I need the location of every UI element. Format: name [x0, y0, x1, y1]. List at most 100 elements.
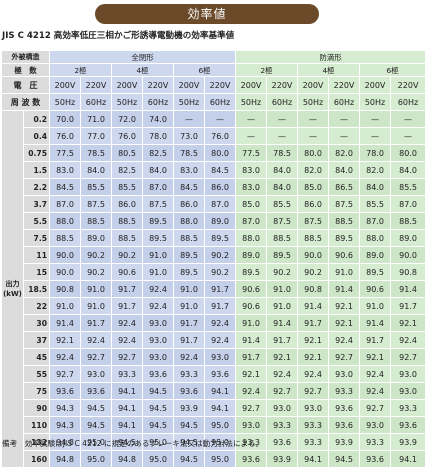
efficiency-cell: 94.1	[203, 399, 237, 417]
frequency-header: 60Hz	[328, 93, 361, 111]
efficiency-cell: 84.5	[49, 178, 81, 196]
page-banner: 効率値	[95, 4, 319, 24]
efficiency-cell: 94.1	[111, 382, 143, 400]
efficiency-cell: 89.5	[203, 229, 237, 247]
frequency-header: 50Hz	[49, 93, 81, 111]
efficiency-cell: 89.0	[80, 229, 112, 247]
efficiency-cell: 84.0	[266, 178, 299, 196]
efficiency-cell: 92.1	[49, 331, 81, 349]
output-kw-cell: 75	[23, 382, 50, 400]
frequency-header: 50Hz	[235, 93, 268, 111]
efficiency-cell: 90.6	[235, 280, 268, 298]
efficiency-cell: 91.0	[142, 246, 174, 264]
efficiency-cell: 90.8	[390, 263, 427, 281]
efficiency-cell: 94.5	[328, 450, 361, 468]
efficiency-cell: 94.1	[111, 399, 143, 417]
efficiency-cell: —	[266, 110, 299, 128]
efficiency-cell: 94.1	[297, 450, 330, 468]
efficiency-cell: 84.0	[390, 161, 427, 179]
efficiency-cell: 85.0	[297, 178, 330, 196]
poles-header: 2極	[49, 63, 112, 77]
efficiency-cell: 88.5	[297, 229, 330, 247]
efficiency-cell: 93.0	[142, 348, 174, 366]
efficiency-cell: 91.7	[173, 331, 205, 349]
efficiency-cell: —	[297, 110, 330, 128]
efficiency-cell: 90.2	[80, 263, 112, 281]
efficiency-cell: 89.5	[142, 229, 174, 247]
efficiency-cell: 82.0	[297, 161, 330, 179]
output-kw-cell: 11	[23, 246, 50, 264]
outer-structure-label: 外被構造	[1, 50, 50, 64]
efficiency-cell: 88.5	[49, 229, 81, 247]
table-row: 15 90.0 90.2 90.6 91.0 89.5 90.2 89.5 90.2 90.2 91…	[2, 263, 427, 281]
efficiency-cell: 88.5	[390, 212, 427, 230]
efficiency-cell: 91.7	[203, 297, 237, 315]
voltage-header: 220V	[80, 76, 112, 94]
efficiency-cell: 92.7	[359, 399, 392, 417]
poles-label: 極 数	[1, 63, 50, 77]
efficiency-cell: 74.0	[142, 110, 174, 128]
table-row: 1.5 83.0 84.0 82.5 84.0 83.0 84.5 83.0 84.0 82.0 8…	[2, 161, 427, 179]
table-row: 75 93.6 93.6 94.1 94.5 93.6 94.1 92.4 92.7 92.7 93…	[2, 382, 427, 400]
efficiency-cell: 93.3	[297, 433, 330, 451]
efficiency-cell: 93.3	[111, 365, 143, 383]
output-kw-cell: 45	[23, 348, 50, 366]
efficiency-cell: 82.5	[142, 144, 174, 162]
efficiency-cell: 92.1	[297, 331, 330, 349]
unit-label: (kW)	[3, 290, 22, 298]
efficiency-cell: 89.5	[142, 212, 174, 230]
efficiency-cell: 93.3	[173, 365, 205, 383]
voltage-header: 200V	[297, 76, 330, 94]
efficiency-cell: 92.4	[49, 348, 81, 366]
poles-header: 6極	[172, 63, 237, 77]
efficiency-cell: 90.6	[111, 263, 143, 281]
efficiency-table: 外被構造 全閉形 防滴形 極 数 2極 4極 6極 2極 4極 6極 電 圧 200V 22…	[1, 50, 427, 468]
efficiency-cell: 92.4	[142, 297, 174, 315]
efficiency-cell: 94.3	[49, 399, 81, 417]
efficiency-cell: 83.0	[49, 161, 81, 179]
efficiency-cell: —	[235, 110, 268, 128]
efficiency-cell: 91.0	[235, 314, 268, 332]
efficiency-cell: 85.5	[390, 178, 427, 196]
frequency-header: 50Hz	[173, 93, 205, 111]
efficiency-cell: 93.0	[297, 399, 330, 417]
efficiency-cell: 91.7	[235, 348, 268, 366]
efficiency-cell: —	[390, 110, 427, 128]
efficiency-cell: 90.2	[80, 246, 112, 264]
efficiency-cell: 92.1	[328, 297, 361, 315]
efficiency-cell: 89.5	[173, 263, 205, 281]
frequency-header: 60Hz	[142, 93, 174, 111]
table-row: 110 94.3 94.5 94.1 94.5 94.5 95.0 93.0 93.3 93.3 9…	[2, 416, 427, 434]
efficiency-cell: 90.2	[297, 263, 330, 281]
efficiency-cell: 92.4	[111, 314, 143, 332]
efficiency-cell: 93.0	[80, 365, 112, 383]
dripproof-type-header: 防滴形	[235, 50, 427, 64]
efficiency-cell: 93.6	[266, 433, 299, 451]
efficiency-cell: 88.5	[328, 212, 361, 230]
output-kw-cell: 15	[23, 263, 50, 281]
efficiency-cell: 80.5	[111, 144, 143, 162]
efficiency-cell: 94.8	[111, 450, 143, 468]
efficiency-cell: 76.0	[111, 127, 143, 145]
efficiency-cell: 71.0	[80, 110, 112, 128]
efficiency-cell: 84.0	[266, 161, 299, 179]
table-row: 5.5 88.0 88.5 88.5 89.5 88.0 89.0 87.0 87.5 87.5 8…	[2, 212, 427, 230]
efficiency-cell: 83.0	[173, 161, 205, 179]
efficiency-cell: 77.0	[80, 127, 112, 145]
table-row: 45 92.4 92.7 92.7 93.0 92.4 93.0 91.7 92.1 92.1 92…	[2, 348, 427, 366]
efficiency-cell: 89.0	[359, 246, 392, 264]
efficiency-cell: 88.0	[173, 212, 205, 230]
voltage-header: 200V	[49, 76, 81, 94]
poles-header: 4極	[297, 63, 361, 77]
efficiency-cell: 85.5	[359, 195, 392, 213]
voltage-header: 220V	[328, 76, 361, 94]
efficiency-cell: 93.0	[203, 348, 237, 366]
table-row: 37 92.1 92.4 92.4 93.0 91.7 92.4 91.4 91.7 92.1 92…	[2, 331, 427, 349]
voltage-header: 200V	[173, 76, 205, 94]
efficiency-cell: 92.4	[111, 331, 143, 349]
efficiency-cell: 92.4	[297, 365, 330, 383]
efficiency-cell: 90.2	[266, 263, 299, 281]
voltage-header: 200V	[235, 76, 268, 94]
efficiency-cell: 84.0	[80, 161, 112, 179]
efficiency-cell: 77.5	[235, 144, 268, 162]
